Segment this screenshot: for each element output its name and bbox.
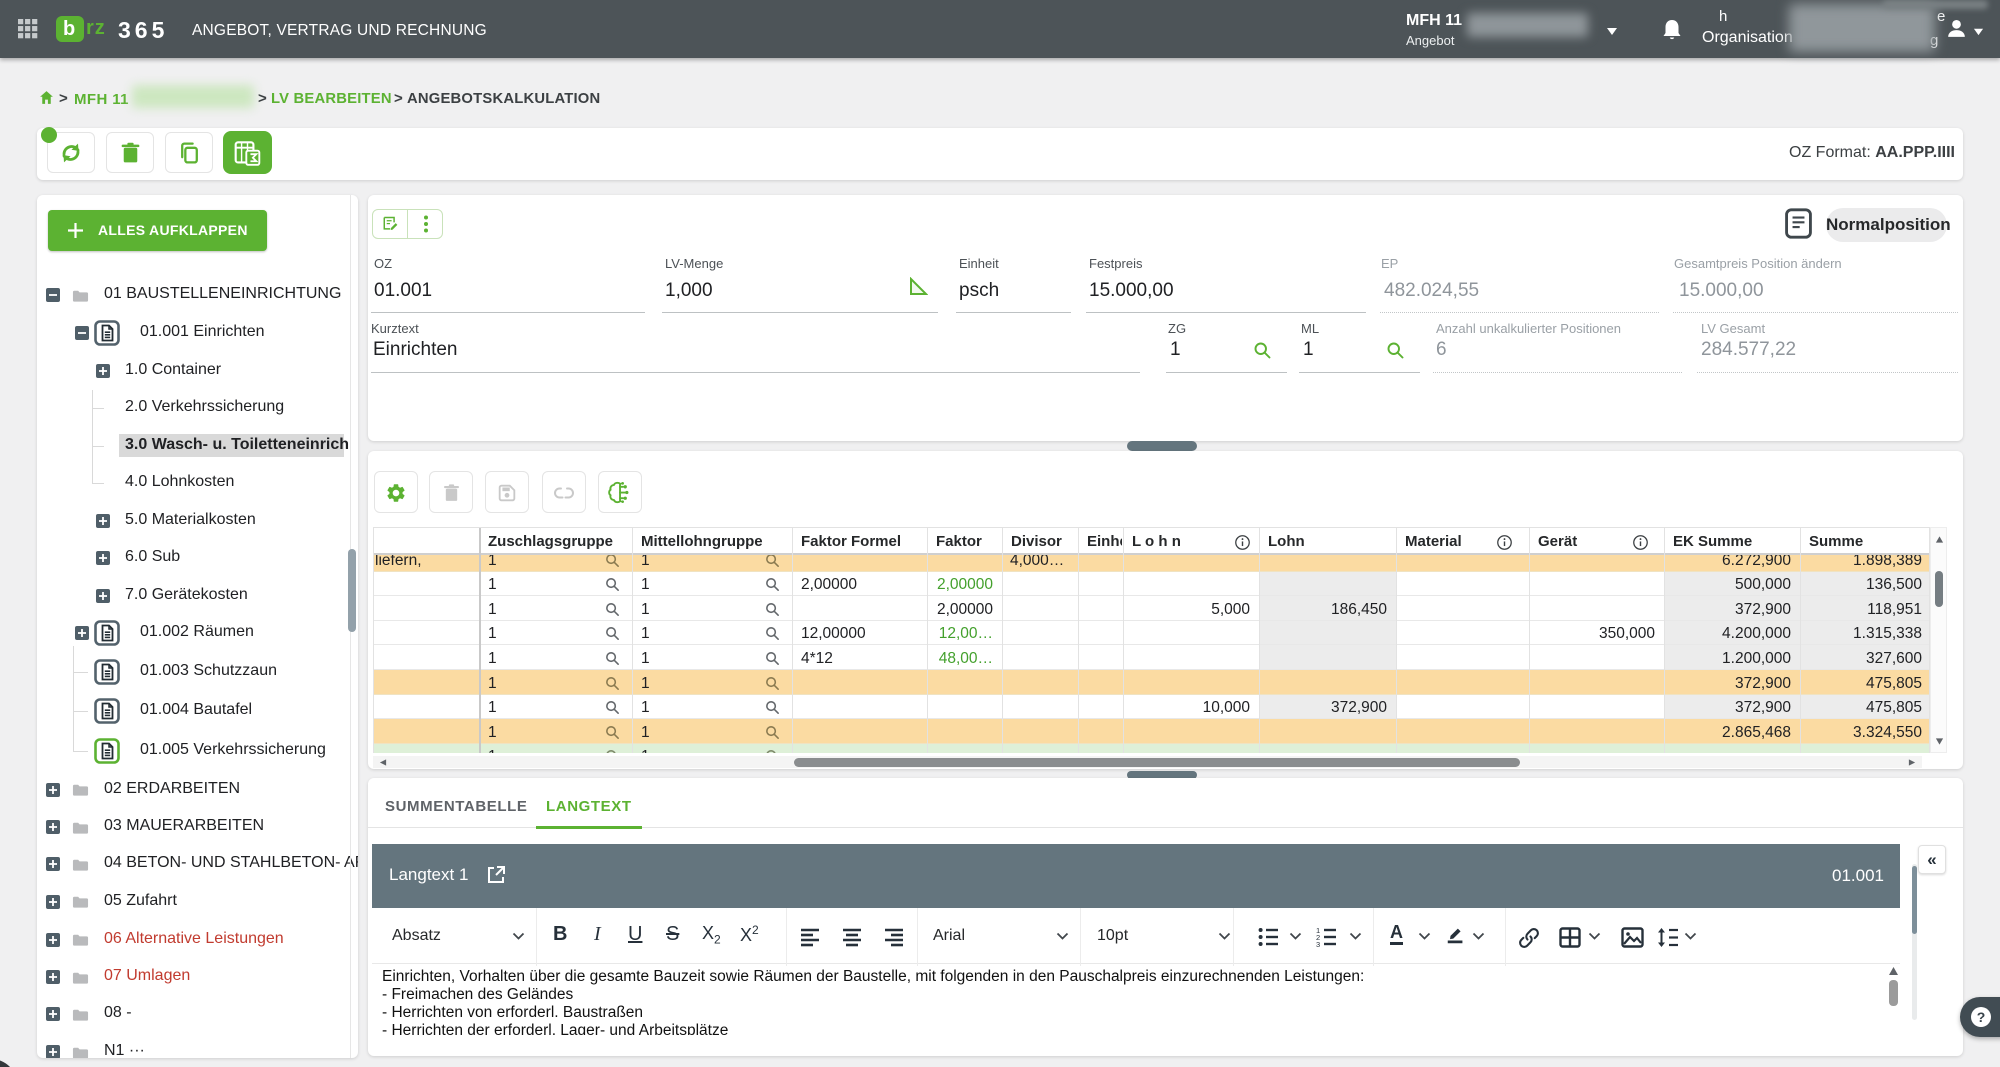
svg-text:3: 3 [1316, 940, 1320, 948]
